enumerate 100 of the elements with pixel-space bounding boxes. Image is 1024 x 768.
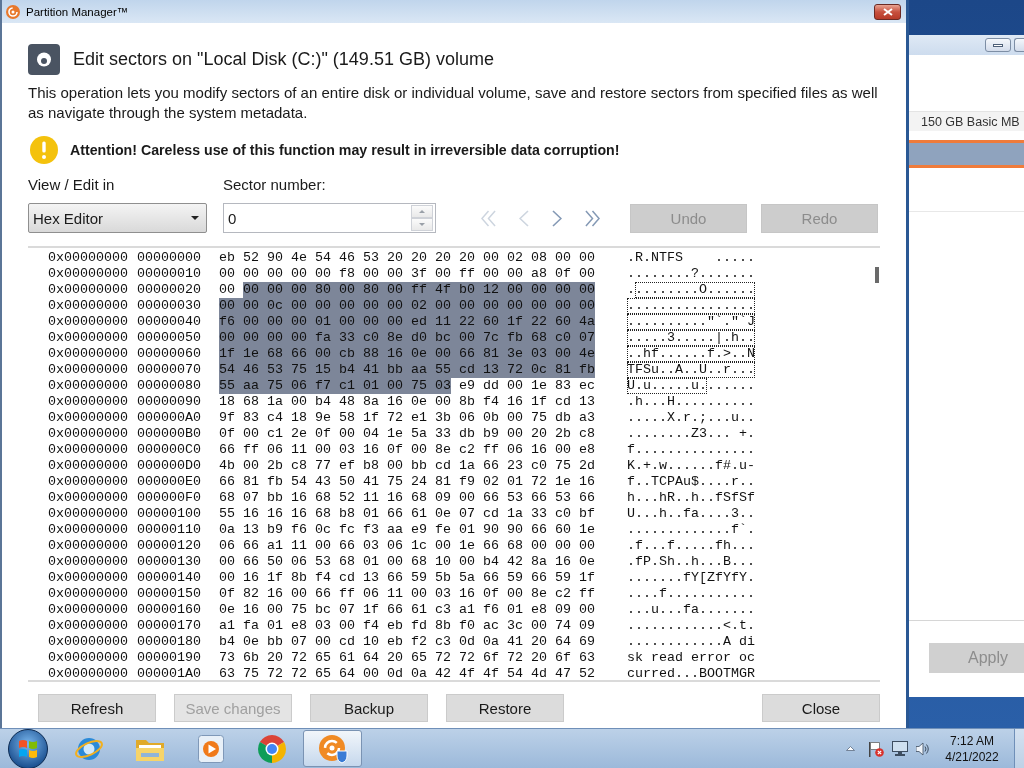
ascii-text[interactable]: .............f`. — [627, 522, 755, 538]
hex-bytes[interactable]: 73 6b 20 72 65 61 64 20 65 72 72 6f 72 20 6f 63 — [219, 650, 595, 666]
maximize-button[interactable] — [1014, 38, 1024, 52]
last-sector-button[interactable] — [585, 209, 600, 227]
backup-button[interactable]: Backup — [310, 694, 428, 722]
scrollbar-thumb[interactable] — [875, 267, 879, 283]
sector-number-field[interactable]: 0 — [223, 203, 436, 233]
hex-bytes[interactable]: 00 00 00 80 00 80 00 ff 4f b0 12 00 00 00 00 — [243, 282, 595, 298]
refresh-button[interactable]: Refresh — [38, 694, 156, 722]
ascii-text[interactable]: .R.NTFS ..... — [627, 250, 755, 266]
ascii-text[interactable]: curred...BOOTMGR — [627, 666, 755, 682]
ascii-text[interactable]: sk read error oc — [627, 650, 755, 666]
hex-bytes[interactable]: 0f 82 16 00 66 ff 06 11 00 03 16 0f 00 8e c2 ff — [219, 586, 595, 602]
hex-bytes[interactable]: eb 52 90 4e 54 46 53 20 20 20 20 00 02 08 00 00 — [219, 250, 595, 266]
hex-bytes[interactable]: 55 16 16 16 68 b8 01 66 61 0e 07 cd 1a 33 c0 bf — [219, 506, 595, 522]
window-title: Partition Manager™ — [26, 5, 129, 18]
hex-bytes[interactable]: 9f 83 c4 18 9e 58 1f 72 e1 3b 06 0b 00 75 db a3 — [219, 410, 595, 426]
hex-bytes[interactable]: 63 75 72 72 65 64 00 0d 0a 42 4f 4f 54 4d 47 52 — [219, 666, 595, 682]
byte-offset: 00000010 — [137, 266, 201, 282]
ascii-text[interactable]: .f...f.....fh... — [627, 538, 755, 554]
ascii-text[interactable]: ...... — [707, 378, 755, 394]
ascii-text[interactable]: U...h..fa....3.. — [627, 506, 755, 522]
sector-address: 0x00000000 — [48, 490, 128, 506]
minimize-icon — [993, 43, 1003, 47]
taskbar-button[interactable] — [197, 734, 224, 763]
ascii-text[interactable]: h...hR..h..fSfSf — [627, 490, 755, 506]
ascii-text[interactable]: f............... — [627, 442, 755, 458]
ascii-text[interactable]: . — [627, 282, 635, 298]
hex-bytes[interactable]: 00 00 00 00 fa 33 c0 8e d0 bc 00 7c fb 68 c0 07 — [219, 330, 595, 346]
ascii-text[interactable]: f..TCPAu$....r.. — [627, 474, 755, 490]
ascii-text[interactable]: U.u.....u. — [627, 378, 707, 394]
ascii-text[interactable]: .....X.r.;...u.. — [627, 410, 755, 426]
hex-bytes[interactable]: 00 — [219, 282, 235, 298]
ascii-text[interactable]: ........Z3... +. — [627, 426, 755, 442]
ascii-text[interactable]: .h...H.......... — [627, 394, 755, 410]
network-icon[interactable] — [892, 741, 908, 756]
caret-up-icon[interactable] — [846, 746, 855, 751]
ascii-text[interactable]: ........?....... — [627, 266, 755, 282]
chevron-right-icon — [552, 209, 562, 227]
hex-bytes[interactable]: 00 00 00 00 00 f8 00 00 3f 00 ff 00 00 a8 0f 00 — [219, 266, 595, 282]
hex-bytes[interactable]: 00 16 1f 8b f4 cd 13 66 59 5b 5a 66 59 66 59 1f — [219, 570, 595, 586]
ascii-text[interactable]: ................ — [627, 298, 755, 314]
close-icon — [882, 7, 893, 16]
clock-time: 7:12 AM — [950, 732, 994, 749]
taskbar-button[interactable] — [257, 734, 286, 763]
hex-bytes[interactable]: 00 00 0c 00 00 00 00 00 02 00 00 00 00 00 00 00 — [219, 298, 595, 314]
swirl-shield-icon — [317, 733, 348, 764]
ascii-text[interactable]: .....3.....|.h.. — [627, 330, 755, 346]
description-text: This operation lets you modify sectors of an entire disk or individual volume, save and restore sectors from specified files as well as navigate through the system metadata. — [28, 83, 879, 123]
speaker-icon[interactable] — [916, 741, 930, 756]
hex-bytes[interactable]: a1 fa 01 e8 03 00 f4 eb fd 8b f0 ac 3c 00 74 09 — [219, 618, 595, 634]
sector-address: 0x00000000 — [48, 330, 128, 346]
color-wheel-icon — [257, 734, 286, 763]
sector-address: 0x00000000 — [48, 250, 128, 266]
start-button[interactable] — [8, 728, 48, 768]
hex-bytes[interactable]: 06 66 a1 11 00 66 03 06 1c 00 1e 66 68 00 00 00 — [219, 538, 595, 554]
chevron-left-icon — [519, 209, 529, 227]
hex-bytes[interactable]: 0f 00 c1 2e 0f 00 04 1e 5a 33 db b9 00 20 2b c8 — [219, 426, 595, 442]
flag-icon[interactable] — [868, 740, 884, 757]
ascii-text[interactable]: K.+.w......f#.u- — [627, 458, 755, 474]
restore-button[interactable]: Restore — [446, 694, 564, 722]
ascii-text[interactable]: ............<.t. — [627, 618, 755, 634]
sector-address: 0x00000000 — [48, 602, 128, 618]
hex-bytes[interactable]: 1f 1e 68 66 00 cb 88 16 0e 00 66 81 3e 03 00 4e — [219, 346, 595, 362]
ascii-text[interactable]: TFSu..A..U..r... — [627, 362, 755, 378]
spin-up-button[interactable] — [411, 205, 433, 218]
flag-orb-icon — [8, 728, 48, 768]
double-chevron-left-icon — [481, 209, 496, 227]
ascii-text[interactable]: ....f........... — [627, 586, 755, 602]
hex-bytes[interactable]: 18 68 1a 00 b4 48 8a 16 0e 00 8b f4 16 1f cd 13 — [219, 394, 595, 410]
minimize-button[interactable] — [985, 38, 1011, 52]
ascii-text[interactable]: ..hf......f.>..N — [627, 346, 755, 362]
hex-bytes[interactable]: f6 00 00 00 01 00 00 00 ed 11 22 60 1f 22 60 4a — [219, 314, 595, 330]
view-dropdown[interactable]: Hex Editor — [28, 203, 207, 233]
next-sector-button[interactable] — [552, 209, 562, 227]
byte-offset: 00000170 — [137, 618, 201, 634]
show-desktop-button[interactable] — [1014, 729, 1024, 768]
ascii-text[interactable]: .........."`."`J — [627, 314, 755, 330]
byte-offset: 00000060 — [137, 346, 201, 362]
hex-bytes[interactable]: e9 dd 00 1e 83 ec — [458, 378, 595, 394]
ascii-text[interactable]: ........O...... — [635, 282, 755, 298]
sector-address: 0x00000000 — [48, 586, 128, 602]
hex-bytes[interactable]: 0a 13 b9 f6 0c fc f3 aa e9 fe 01 90 90 66 60 1e — [219, 522, 595, 538]
taskbar-button[interactable] — [303, 730, 362, 767]
hex-bytes[interactable]: 54 46 53 75 15 b4 41 bb aa 55 cd 13 72 0c 81 fb — [219, 362, 595, 378]
hex-bytes[interactable]: 68 07 bb 16 68 52 11 16 68 09 00 66 53 66 53 66 — [219, 490, 595, 506]
hex-bytes[interactable]: 0e 16 00 75 bc 07 1f 66 61 c3 a1 f6 01 e8 09 00 — [219, 602, 595, 618]
hex-bytes[interactable]: 66 81 fb 54 43 50 41 75 24 81 f9 02 01 72 1e 16 — [219, 474, 595, 490]
hex-bytes[interactable]: 00 66 50 06 53 68 01 00 68 10 00 b4 42 8a 16 0e — [219, 554, 595, 570]
ascii-text[interactable]: .......fY[ZfYfY. — [627, 570, 755, 586]
hex-bytes[interactable]: 66 ff 06 11 00 03 16 0f 00 8e c2 ff 06 16 00 e8 — [219, 442, 595, 458]
hex-bytes[interactable]: 55 aa 75 06 f7 c1 01 00 75 03 — [219, 378, 451, 394]
close-button[interactable] — [874, 3, 901, 20]
hex-bytes[interactable]: 4b 00 2b c8 77 ef b8 00 bb cd 1a 66 23 c0 75 2d — [219, 458, 595, 474]
ascii-text[interactable]: ............A di — [627, 634, 755, 650]
ascii-text[interactable]: .fP.Sh..h...B... — [627, 554, 755, 570]
ascii-text[interactable]: ...u...fa....... — [627, 602, 755, 618]
close-dialog-button[interactable]: Close — [762, 694, 880, 722]
hex-bytes[interactable]: b4 0e bb 07 00 cd 10 eb f2 c3 0d 0a 41 20 64 69 — [219, 634, 595, 650]
spin-down-button[interactable] — [411, 218, 433, 231]
